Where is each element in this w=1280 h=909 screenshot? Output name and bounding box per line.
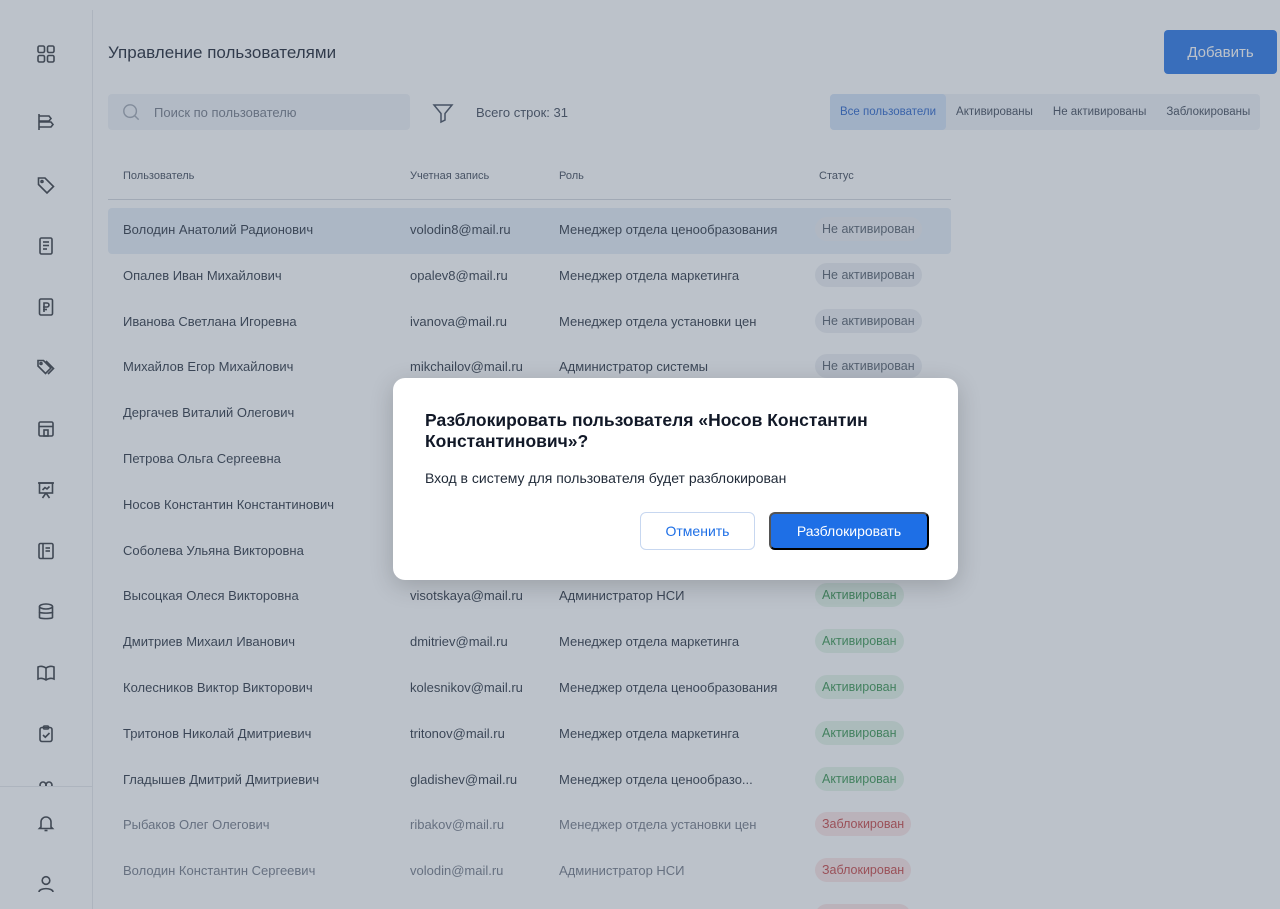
- unblock-dialog: Разблокировать пользователя «Носов Конст…: [393, 378, 958, 580]
- dialog-title: Разблокировать пользователя «Носов Конст…: [425, 410, 868, 451]
- cancel-button[interactable]: Отменить: [640, 512, 755, 550]
- dialog-message: Вход в систему для пользователя будет ра…: [425, 470, 787, 486]
- unblock-button[interactable]: Разблокировать: [769, 512, 929, 550]
